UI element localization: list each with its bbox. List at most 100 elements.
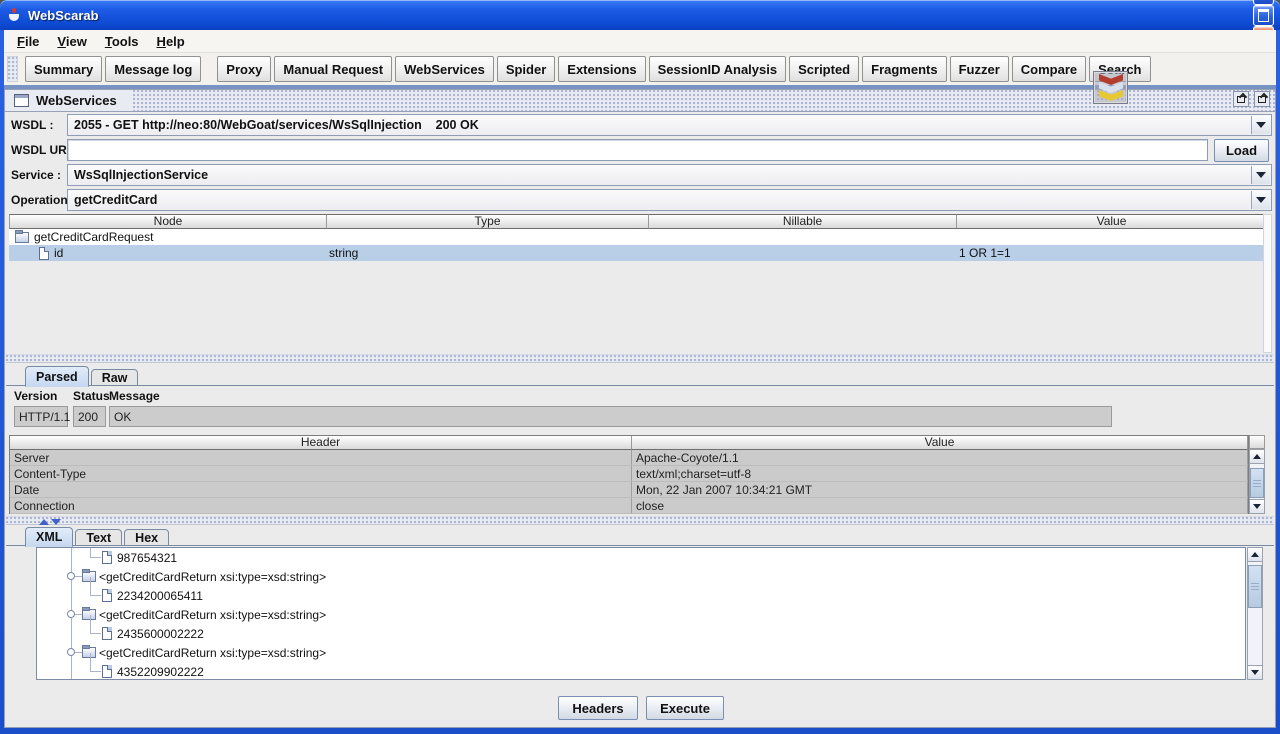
content-view-tab[interactable]: XML: [25, 527, 73, 547]
toolbar-tab-button[interactable]: Compare: [1012, 56, 1086, 82]
headers-rows: ServerApache-Coyote/1.1Content-Typetext/…: [10, 450, 1248, 514]
frame-icon: [14, 94, 29, 107]
expand-handle-icon[interactable]: [67, 610, 75, 618]
response-headers-table: Header Value ServerApache-Coyote/1.1Cont…: [9, 435, 1249, 514]
toolbar-tab-button[interactable]: Fuzzer: [950, 56, 1009, 82]
column-header-value[interactable]: Value: [632, 436, 1248, 450]
toolbar-tab-button[interactable]: WebServices: [395, 56, 494, 82]
tree-node[interactable]: <getCreditCardReturn xsi:type=xsd:string…: [37, 567, 1245, 586]
tree-node[interactable]: <getCreditCardReturn xsi:type=xsd:string…: [37, 605, 1245, 624]
toolbar-tab-button[interactable]: Extensions: [558, 56, 645, 82]
page-icon: [102, 665, 112, 678]
split-divider[interactable]: [6, 354, 1274, 363]
tree-node[interactable]: 2234200065411: [37, 586, 1245, 605]
frame-controls: [1233, 91, 1275, 111]
toolbar-tab-button[interactable]: Message log: [105, 56, 201, 82]
headers-scrollbar[interactable]: [1249, 449, 1265, 514]
page-icon: [102, 627, 112, 640]
column-header-nillable[interactable]: Nillable: [649, 214, 957, 229]
menu-bar: FileViewToolsHelp: [4, 30, 1276, 53]
chevron-down-icon: [1251, 191, 1270, 209]
execute-button[interactable]: Execute: [646, 696, 724, 720]
status-label: Status: [73, 389, 110, 403]
toolbar-tab-button[interactable]: Summary: [25, 56, 102, 82]
toolbar-tab-button[interactable]: Proxy: [217, 56, 271, 82]
headers-table-header: Header Value: [10, 436, 1248, 450]
parameters-table: Node Type Nillable Value getCreditCardRe…: [9, 214, 1267, 353]
headers-button[interactable]: Headers: [558, 696, 638, 720]
toolbar-tab-button[interactable]: Fragments: [862, 56, 946, 82]
table-row[interactable]: DateMon, 22 Jan 2007 10:34:21 GMT: [10, 482, 1248, 498]
toolbar-tab-button[interactable]: SessionID Analysis: [649, 56, 786, 82]
menu-item[interactable]: Tools: [96, 31, 148, 52]
maximize-button[interactable]: [1253, 5, 1274, 26]
scroll-up-icon[interactable]: [1248, 548, 1262, 562]
column-header-node[interactable]: Node: [9, 214, 327, 229]
wsdl-label: WSDL :: [11, 114, 53, 136]
table-row[interactable]: getCreditCardRequest: [9, 229, 1267, 245]
split-divider[interactable]: [6, 516, 1274, 525]
tree-node[interactable]: 987654321: [37, 548, 1245, 567]
version-value: HTTP/1.1: [14, 406, 68, 427]
toolbar-drag-handle-icon[interactable]: [7, 56, 18, 82]
scroll-up-icon[interactable]: [1250, 450, 1264, 464]
page-icon: [39, 247, 49, 260]
folder-icon: [15, 232, 29, 243]
content-view-tab[interactable]: Hex: [124, 529, 169, 546]
parameters-table-header: Node Type Nillable Value: [9, 214, 1267, 229]
service-combobox[interactable]: WsSqlInjectionService: [67, 164, 1272, 186]
table-row[interactable]: ServerApache-Coyote/1.1: [10, 450, 1248, 466]
scrollbar-thumb[interactable]: [1250, 468, 1264, 498]
expand-handle-icon[interactable]: [67, 572, 75, 580]
frame-minimize-button[interactable]: [1233, 91, 1249, 107]
tree-node[interactable]: 4352209902222: [37, 662, 1245, 680]
expand-handle-icon[interactable]: [67, 648, 75, 656]
webscarab-chevron-icon: [1093, 71, 1128, 104]
wsdl-url-input[interactable]: [67, 139, 1208, 161]
tree-node[interactable]: <getCreditCardReturn xsi:type=xsd:string…: [37, 643, 1245, 662]
xml-tree-scrollbar[interactable]: [1247, 547, 1263, 680]
scrollbar-thumb[interactable]: [1248, 565, 1262, 608]
table-row[interactable]: idstring1 OR 1=1: [9, 245, 1267, 261]
collapse-up-icon[interactable]: [38, 518, 49, 525]
version-label: Version: [14, 389, 57, 403]
operation-combobox[interactable]: getCreditCard: [67, 189, 1272, 211]
toolbar-buttons: SummaryMessage log ProxyManual RequestWeb…: [25, 56, 1154, 82]
tree-node[interactable]: 2435600002222: [37, 624, 1245, 643]
response-view-tab[interactable]: Raw: [91, 369, 139, 386]
menu-item[interactable]: File: [8, 31, 48, 52]
service-label: Service :: [11, 164, 61, 186]
content-view-tab[interactable]: Text: [75, 529, 122, 546]
webscarab-window: WebScarab FileViewToolsHelp SummaryMessa…: [0, 0, 1280, 734]
xml-tree: 987654321<getCreditCardReturn xsi:type=x…: [37, 548, 1245, 680]
frame-maximize-button[interactable]: [1254, 91, 1270, 107]
toolbar-tab-button[interactable]: Scripted: [789, 56, 859, 82]
page-icon: [102, 551, 112, 564]
toolbar-tab-button[interactable]: Manual Request: [274, 56, 392, 82]
parameters-rows: getCreditCardRequestidstring1 OR 1=1: [9, 229, 1267, 261]
scroll-down-icon[interactable]: [1248, 665, 1262, 679]
java-app-icon: [6, 7, 22, 23]
column-header-type[interactable]: Type: [327, 214, 649, 229]
parameters-scrollbar-track[interactable]: [1263, 214, 1272, 353]
frame-title: WebServices: [36, 93, 117, 108]
wsdl-combobox[interactable]: 2055 - GET http://neo:80/WebGoat/service…: [67, 114, 1272, 136]
toolbar-tab-button[interactable]: Spider: [497, 56, 555, 82]
table-row[interactable]: Content-Typetext/xml;charset=utf-8: [10, 466, 1248, 482]
frame-titlebar[interactable]: WebServices: [5, 90, 1275, 112]
column-header-value[interactable]: Value: [957, 214, 1267, 229]
column-header-header[interactable]: Header: [10, 436, 632, 450]
minimize-button[interactable]: [1253, 0, 1274, 5]
menu-item[interactable]: Help: [148, 31, 194, 52]
chevron-down-icon: [1251, 166, 1270, 184]
window-body: FileViewToolsHelp SummaryMessage log Prox…: [4, 30, 1276, 728]
operation-combobox-value: getCreditCard: [74, 193, 157, 207]
response-view-tab[interactable]: Parsed: [25, 366, 89, 387]
scroll-down-icon[interactable]: [1250, 499, 1264, 513]
menu-item[interactable]: View: [48, 31, 95, 52]
table-row[interactable]: Connectionclose: [10, 498, 1248, 514]
window-titlebar[interactable]: WebScarab: [0, 0, 1280, 30]
collapse-down-icon[interactable]: [50, 518, 61, 525]
load-button[interactable]: Load: [1214, 139, 1269, 162]
xml-tree-panel: 987654321<getCreditCardReturn xsi:type=x…: [36, 547, 1246, 680]
